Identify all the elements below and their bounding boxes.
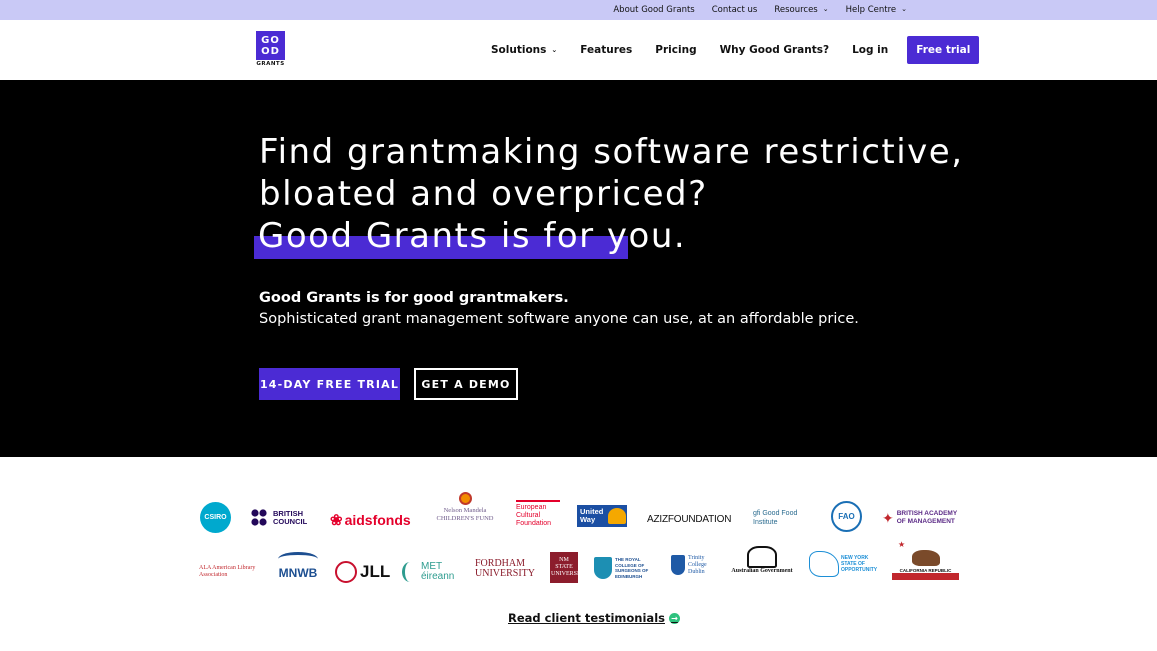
met-eireann-logo: MET éireann: [402, 560, 459, 584]
california-label: CALIFORNIA REPUBLIC: [892, 568, 959, 580]
british-council-label: BRITISH COUNCIL: [273, 509, 308, 526]
nm-state-logo: NM STATE UNIVERSITY: [550, 552, 587, 583]
jll-label: JLL: [360, 562, 391, 581]
jll-logo: JLL: [335, 560, 390, 584]
met-label: MET éireann: [421, 561, 455, 582]
about-link[interactable]: About Good Grants: [613, 5, 694, 15]
nav-pricing[interactable]: Pricing: [655, 44, 696, 56]
rcse-logo: THE ROYAL COLLEGE OF SURGEONS OF EDINBUR…: [594, 556, 657, 580]
good-grants-logo[interactable]: GO OD GRANTS: [256, 31, 285, 68]
fordham-label: FORDHAM UNIVERSITY: [475, 558, 535, 579]
aziz-foundation-logo: AZIZFOUNDATION: [647, 513, 731, 525]
contact-link[interactable]: Contact us: [712, 5, 758, 15]
trinity-label: Trinity College Dublin: [688, 554, 707, 575]
demo-cta-button[interactable]: GET A DEMO: [414, 368, 518, 400]
british-academy-management-logo: ✦ BRITISH ACADEMY OF MANAGEMENT: [882, 508, 959, 528]
hero-section: Find grantmaking software restrictive, b…: [0, 80, 1157, 457]
headline-line-2: bloated and overpriced?: [259, 174, 708, 214]
logo-word: GRANTS: [256, 61, 285, 67]
star-icon: ★: [898, 540, 906, 549]
headline-line-1: Find grantmaking software restrictive,: [259, 132, 964, 172]
newyork-label: NEW YORK STATE OF OPPORTUNITY: [841, 555, 878, 573]
csiro-logo: CSIRO: [200, 502, 231, 533]
united-way-logo: United Way: [577, 505, 627, 527]
ausgov-label: Australian Government: [731, 568, 793, 574]
help-centre-menu[interactable]: Help Centre ⌄: [846, 5, 907, 15]
utility-bar: About Good Grants Contact us Resources ⌄ …: [0, 0, 1157, 20]
free-trial-button[interactable]: Free trial: [907, 36, 980, 64]
mnwb-label: MNWB: [278, 566, 318, 580]
rcse-crest-icon: [594, 557, 612, 579]
met-swirl-icon: [402, 562, 418, 582]
california-flag-logo: ★ CALIFORNIA REPUBLIC: [892, 540, 959, 580]
british-council-mark-icon: [251, 509, 267, 526]
bam-label: BRITISH ACADEMY OF MANAGEMENT: [896, 510, 958, 525]
logo-bottom: OD: [261, 45, 280, 57]
nav-solutions-label: Solutions: [491, 44, 547, 56]
headline-line-3: Good Grants is for you.: [258, 216, 687, 256]
hand-icon: [608, 508, 626, 524]
nav-solutions[interactable]: Solutions ⌄: [491, 44, 557, 56]
mandela-fund-logo: Nelson Mandela CHILDREN'S FUND: [433, 492, 497, 523]
gfi-label: gfi Good Food Institute: [753, 510, 798, 526]
utility-links: About Good Grants Contact us Resources ⌄ …: [613, 0, 907, 20]
testimonials-label: Read client testimonials: [508, 611, 665, 625]
bam-mark-icon: ✦: [882, 509, 894, 526]
nav-features[interactable]: Features: [580, 44, 632, 56]
state-outline-icon: [809, 551, 839, 577]
chevron-down-icon: ⌄: [822, 5, 829, 13]
nav-login[interactable]: Log in: [852, 44, 888, 56]
hero-subheading: Good Grants is for good grantmakers.: [259, 290, 569, 306]
aziz-label: AZIZFOUNDATION: [647, 513, 732, 525]
new-york-state-logo: NEW YORK STATE OF OPPORTUNITY: [809, 548, 878, 580]
united-way-label: United Way: [580, 507, 604, 524]
logo-top: GO: [261, 34, 280, 46]
trinity-college-logo: Trinity College Dublin: [671, 550, 714, 580]
wave-icon: [278, 552, 318, 566]
nm-state-label: NM STATE UNIVERSITY: [551, 557, 587, 577]
ala-logo: ALA American Library Association: [199, 563, 261, 581]
good-food-institute-logo: gfi Good Food Institute: [753, 507, 811, 529]
ribbon-icon: ❀: [330, 512, 343, 529]
arrow-right-icon: →: [668, 612, 680, 624]
help-label: Help Centre: [845, 5, 897, 15]
sunflower-icon: [458, 492, 472, 505]
mnwb-logo: MNWB: [276, 552, 320, 580]
bear-icon: [911, 550, 940, 566]
crest-icon: [747, 546, 777, 568]
australian-government-logo: Australian Government: [729, 546, 795, 574]
site-header: GO OD GRANTS Solutions ⌄ Features Pricing…: [0, 20, 1157, 80]
chevron-down-icon: ⌄: [551, 46, 558, 54]
mandela-label: Nelson Mandela CHILDREN'S FUND: [436, 507, 494, 522]
british-council-logo: BRITISH COUNCIL: [251, 509, 313, 527]
jll-mark-icon: [335, 561, 357, 583]
fao-label: FAO: [838, 512, 855, 521]
chevron-down-icon: ⌄: [901, 5, 907, 13]
hero-description: Sophisticated grant management software …: [259, 311, 859, 327]
fao-logo: FAO: [831, 501, 862, 532]
resources-menu[interactable]: Resources ⌄: [774, 5, 828, 15]
ala-label: ALA American Library Association: [199, 565, 256, 578]
ecf-label: European Cultural Foundation: [516, 500, 560, 528]
european-cultural-foundation-logo: European Cultural Foundation: [516, 500, 560, 528]
aidsfonds-logo: ❀ aidsfonds: [330, 510, 411, 530]
aidsfonds-label: aidsfonds: [344, 512, 411, 528]
free-trial-cta-button[interactable]: 14-DAY FREE TRIAL: [259, 368, 400, 400]
main-nav: Solutions ⌄ Features Pricing Why Good Gra…: [491, 20, 980, 80]
fordham-logo: FORDHAM UNIVERSITY: [475, 559, 535, 579]
hero-headline: Find grantmaking software restrictive, b…: [259, 131, 964, 215]
logo-mark: GO OD: [256, 31, 285, 60]
csiro-label: CSIRO: [204, 514, 227, 521]
rcse-label: THE ROYAL COLLEGE OF SURGEONS OF EDINBUR…: [615, 557, 649, 579]
read-testimonials-link[interactable]: Read client testimonials →: [508, 611, 680, 625]
trinity-crest-icon: [671, 555, 685, 575]
nav-why[interactable]: Why Good Grants?: [720, 44, 830, 56]
resources-label: Resources: [774, 5, 818, 15]
